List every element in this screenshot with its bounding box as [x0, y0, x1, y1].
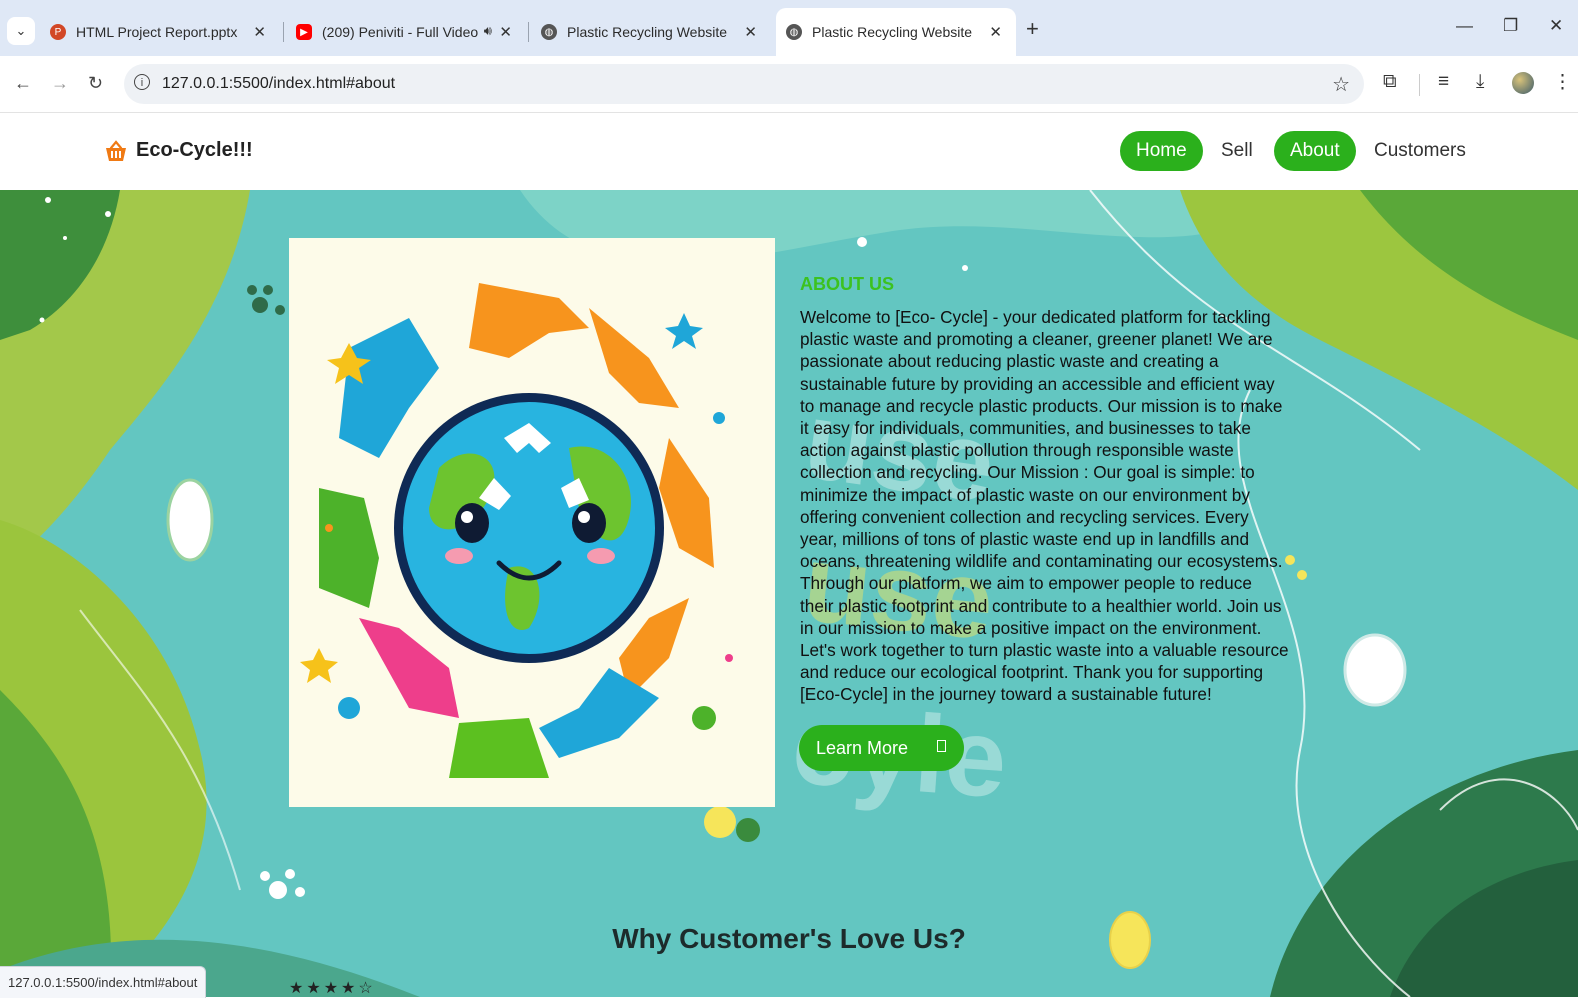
- close-icon[interactable]: ✕: [253, 23, 266, 41]
- powerpoint-icon: P: [50, 24, 66, 40]
- toolbar-divider: [1419, 74, 1420, 96]
- about-section: use use cyle: [0, 190, 1578, 997]
- extensions-puzzle-icon[interactable]: ⧉: [1383, 71, 1397, 93]
- forward-arrow-icon[interactable]: →: [51, 73, 69, 94]
- restore-icon[interactable]: ❐: [1503, 16, 1518, 36]
- speaker-icon[interactable]: 🔊︎: [484, 23, 492, 39]
- tab-separator: [528, 22, 529, 42]
- browser-toolbar: ← → ↻ i 127.0.0.1:5500/index.html#about …: [0, 56, 1578, 113]
- tab-search-chevron-icon[interactable]: ⌄: [7, 17, 35, 45]
- menu-kebab-icon[interactable]: ⋮: [1553, 71, 1572, 94]
- recycling-earth-icon: [289, 238, 775, 807]
- nav-about[interactable]: About: [1274, 131, 1356, 171]
- learn-more-button[interactable]: Learn More: [799, 725, 964, 771]
- shopping-basket-icon: [106, 140, 126, 161]
- bookmark-star-icon[interactable]: ☆: [1332, 72, 1350, 97]
- globe-icon: ◍: [786, 24, 802, 40]
- status-url-bubble: 127.0.0.1:5500/index.html#about: [0, 966, 207, 998]
- window-close-icon[interactable]: ✕: [1549, 16, 1563, 36]
- globe-icon: ◍: [541, 24, 557, 40]
- site-header: Eco-Cycle!!! Home Sell About Customers: [0, 113, 1578, 190]
- rating-stars: ★★★★☆: [289, 980, 376, 997]
- reload-icon[interactable]: ↻: [88, 73, 103, 94]
- tab-title: HTML Project Report.pptx: [76, 24, 238, 40]
- close-icon[interactable]: ✕: [744, 23, 757, 41]
- customers-heading: Why Customer's Love Us?: [612, 923, 966, 954]
- tab-title: Plastic Recycling Website: [812, 24, 973, 40]
- download-icon[interactable]: ⤓: [1476, 71, 1484, 93]
- url-text[interactable]: 127.0.0.1:5500/index.html#about: [162, 75, 395, 93]
- profile-avatar[interactable]: [1512, 72, 1534, 94]
- tab-youtube-video[interactable]: ▶ (209) Peniviti - Full Video | / 🔊︎ ✕: [286, 8, 526, 56]
- tab-title: Plastic Recycling Website: [567, 24, 728, 40]
- arrow-placeholder-icon: [937, 740, 946, 752]
- decorative-background: use use cyle: [0, 190, 1578, 997]
- tab-plastic-recycling-1[interactable]: ◍ Plastic Recycling Website ✕: [531, 8, 771, 56]
- youtube-icon: ▶: [296, 24, 312, 40]
- tab-plastic-recycling-active[interactable]: ◍ Plastic Recycling Website ✕: [776, 8, 1016, 56]
- close-icon[interactable]: ✕: [499, 23, 512, 41]
- new-tab-plus-icon[interactable]: +: [1026, 16, 1039, 42]
- minimize-icon[interactable]: —: [1456, 16, 1473, 36]
- about-heading: ABOUT US: [800, 274, 894, 294]
- close-icon[interactable]: ✕: [989, 23, 1002, 41]
- learn-more-label: Learn More: [816, 737, 909, 758]
- tab-separator: [283, 22, 284, 42]
- about-paragraph: Welcome to [Eco- Cycle] - your dedicated…: [800, 307, 1289, 705]
- browser-tab-bar: ⌄ P HTML Project Report.pptx ✕ ▶ (209) P…: [0, 0, 1578, 56]
- site-info-icon[interactable]: i: [134, 74, 150, 90]
- media-queue-icon[interactable]: ≡: [1438, 71, 1449, 93]
- about-illustration: [289, 238, 775, 807]
- logo-text[interactable]: Eco-Cycle!!!: [136, 139, 253, 162]
- nav-customers[interactable]: Customers: [1358, 131, 1482, 171]
- nav-home[interactable]: Home: [1120, 131, 1203, 171]
- tab-title: (209) Peniviti - Full Video | /: [322, 24, 480, 40]
- tab-html-project-report[interactable]: P HTML Project Report.pptx ✕: [40, 8, 280, 56]
- address-bar[interactable]: i 127.0.0.1:5500/index.html#about ☆: [124, 64, 1364, 104]
- back-arrow-icon[interactable]: ←: [14, 73, 32, 94]
- nav-sell[interactable]: Sell: [1205, 131, 1269, 171]
